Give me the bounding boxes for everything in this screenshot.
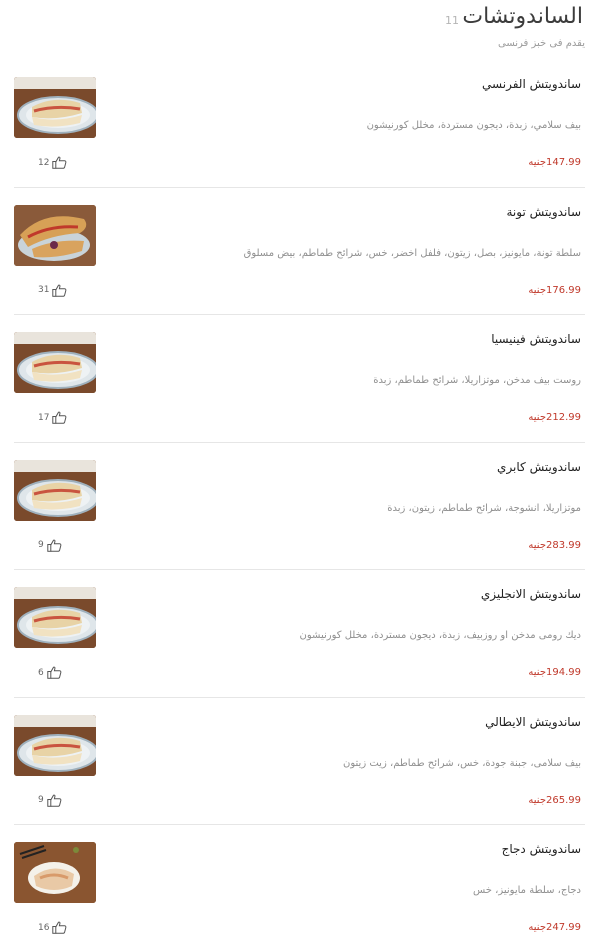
item-name: ساندويتش الانجليزي [480,587,581,601]
like-button[interactable]: 9 [38,794,63,807]
like-count: 9 [38,795,44,805]
thumbs-up-icon [47,666,63,679]
item-description: ديك رومى مدخن او روزبيف، زبدة، ديجون مست… [299,630,581,641]
like-button[interactable]: 6 [38,666,63,679]
item-price: 247.99جنيه [528,922,581,933]
item-description: روست بيف مدخن، موتزاريلا، شرائح طماطم، ز… [373,375,581,386]
menu-item-1[interactable]: 12 ساندويتش الفرنسي بيف سلامي، زبدة، ديج… [14,60,585,188]
thumbs-up-icon [52,156,68,169]
item-image[interactable] [14,842,96,903]
item-name: ساندويتش كابري [497,459,581,474]
item-image[interactable] [14,714,96,776]
item-price: 194.99جنيه [528,667,581,678]
item-price: 176.99جنيه [528,284,581,296]
item-price: 283.99جنيه [528,539,581,551]
item-description: بيف سلامي، زبدة، ديجون مستردة، مخلل كورن… [366,120,581,131]
item-price: 212.99جنيه [528,412,581,423]
item-image[interactable] [14,459,96,521]
menu-list: 12 ساندويتش الفرنسي بيف سلامي، زبدة، ديج… [0,60,599,947]
menu-item-2[interactable]: 31 ساندويتش تونة سلطة تونة، مايونيز، بصل… [14,188,585,315]
item-image[interactable] [14,204,96,266]
category-subtitle: يقدم فى خبز فرنسى [498,38,585,49]
item-image[interactable] [14,587,96,648]
thumbs-up-icon [47,794,63,807]
like-button[interactable]: 9 [38,539,63,552]
menu-item-4[interactable]: 9 ساندويتش كابري موتزاريلا، انشوجة، شرائ… [14,443,585,570]
category-header: الساندوتشات 11 يقدم فى خبز فرنسى [0,0,599,60]
item-name: ساندويتش تونة [506,204,581,219]
item-image[interactable] [14,332,96,393]
item-name: ساندويتش الفرنسي [482,77,581,91]
item-price: 147.99جنيه [528,157,581,168]
item-image[interactable] [14,77,96,138]
item-name: ساندويتش فينيسيا [491,332,581,346]
like-count: 9 [38,540,44,550]
like-count: 31 [38,285,50,295]
menu-item-5[interactable]: 6 ساندويتش الانجليزي ديك رومى مدخن او رو… [14,570,585,698]
thumbs-up-icon [52,411,68,424]
item-description: سلطة تونة، مايونيز، بصل، زيتون، فلفل اخض… [243,247,581,259]
thumbs-up-icon [47,539,63,552]
menu-item-7[interactable]: 16 ساندويتش دجاج دجاج، سلطة مايونيز، خس … [14,825,585,947]
like-button[interactable]: 12 [38,156,68,169]
thumbs-up-icon [52,921,68,934]
like-count: 6 [38,667,44,678]
item-description: بيف سلامى، جبنة جودة، خس، شرائح طماطم، ز… [343,757,581,769]
like-count: 17 [38,412,50,423]
menu-item-3[interactable]: 17 ساندويتش فينيسيا روست بيف مدخن، موتزا… [14,315,585,443]
like-button[interactable]: 17 [38,411,68,424]
thumbs-up-icon [52,284,68,297]
like-count: 16 [38,922,50,933]
item-price: 265.99جنيه [528,794,581,806]
category-title: الساندوتشات [462,4,583,29]
menu-item-6[interactable]: 9 ساندويتش الايطالي بيف سلامى، جبنة جودة… [14,698,585,825]
item-description: دجاج، سلطة مايونيز، خس [473,885,581,896]
like-button[interactable]: 16 [38,921,68,934]
item-description: موتزاريلا، انشوجة، شرائح طماطم، زيتون، ز… [387,502,581,514]
item-count: 11 [445,14,459,27]
item-name: ساندويتش الايطالي [485,714,581,729]
item-name: ساندويتش دجاج [501,842,581,856]
like-button[interactable]: 31 [38,284,68,297]
like-count: 12 [38,157,50,168]
